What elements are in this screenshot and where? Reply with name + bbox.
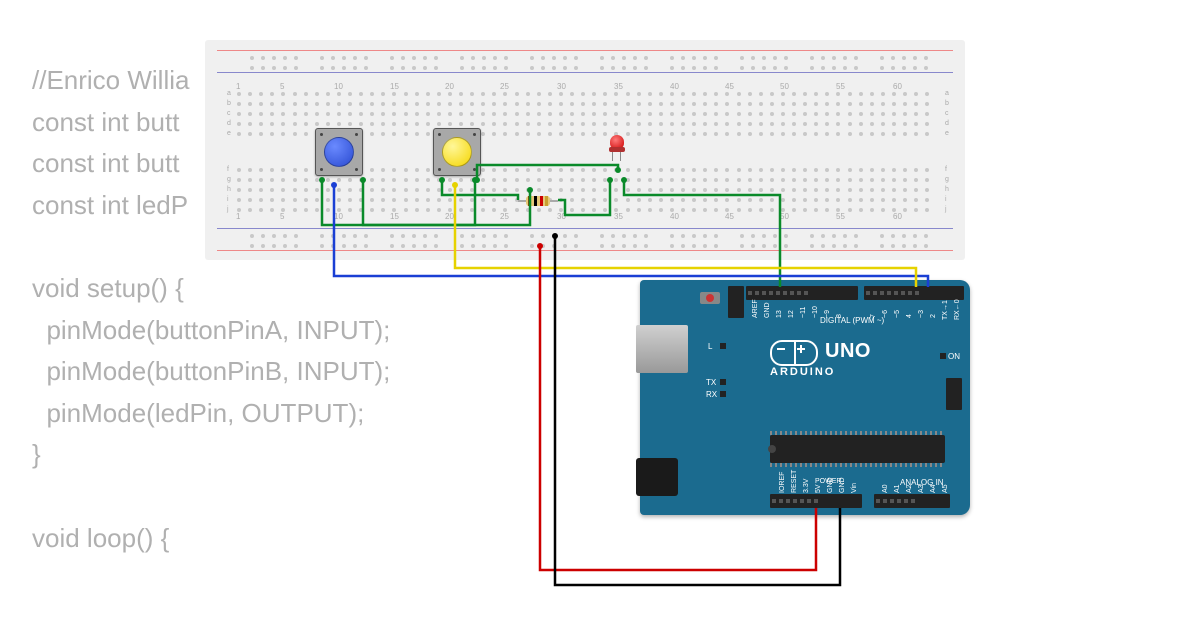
analog-header[interactable] — [874, 494, 950, 508]
on-label: ON — [948, 352, 960, 361]
tactile-button-blue[interactable] — [315, 128, 363, 176]
tx-label: TX — [706, 378, 716, 387]
resistor[interactable] — [518, 196, 558, 206]
arduino-logo-icon — [770, 340, 818, 366]
reset-button[interactable] — [700, 292, 720, 304]
digital-header-1[interactable] — [746, 286, 858, 300]
rx-label: RX — [706, 390, 717, 399]
model-label: UNO — [825, 340, 871, 363]
l-label: L — [708, 342, 712, 351]
led-red[interactable] — [608, 135, 626, 161]
rx-led — [720, 391, 726, 397]
digital-header-2[interactable] — [864, 286, 964, 300]
icsp-header-1 — [728, 286, 744, 318]
tx-led — [720, 379, 726, 385]
usb-port — [636, 325, 688, 373]
power-header[interactable] — [770, 494, 862, 508]
icsp-header-2 — [946, 378, 962, 410]
brand-label: ARDUINO — [770, 366, 835, 378]
on-led — [940, 353, 946, 359]
power-jack — [636, 458, 678, 496]
l-led — [720, 343, 726, 349]
atmega-chip — [770, 435, 945, 463]
tactile-button-yellow[interactable] — [433, 128, 481, 176]
